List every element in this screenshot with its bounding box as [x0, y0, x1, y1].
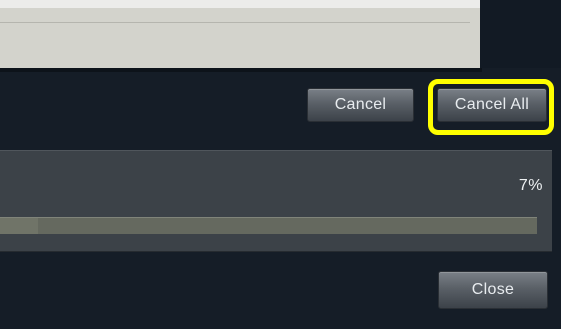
dialog-edge	[480, 0, 561, 68]
progress-panel	[0, 150, 552, 252]
progress-bar-fill	[0, 218, 38, 234]
download-dialog: Cancel Cancel All 7% Close	[0, 0, 561, 329]
file-list-header-strip	[0, 0, 480, 8]
cancel-all-highlight	[428, 79, 554, 135]
panel-shadow	[0, 68, 482, 72]
cancel-button[interactable]: Cancel	[307, 88, 414, 122]
progress-bar	[0, 217, 537, 234]
progress-percent: 7%	[518, 177, 543, 194]
close-button[interactable]: Close	[438, 271, 548, 309]
file-list-divider	[0, 22, 470, 23]
file-list-panel	[0, 0, 480, 68]
